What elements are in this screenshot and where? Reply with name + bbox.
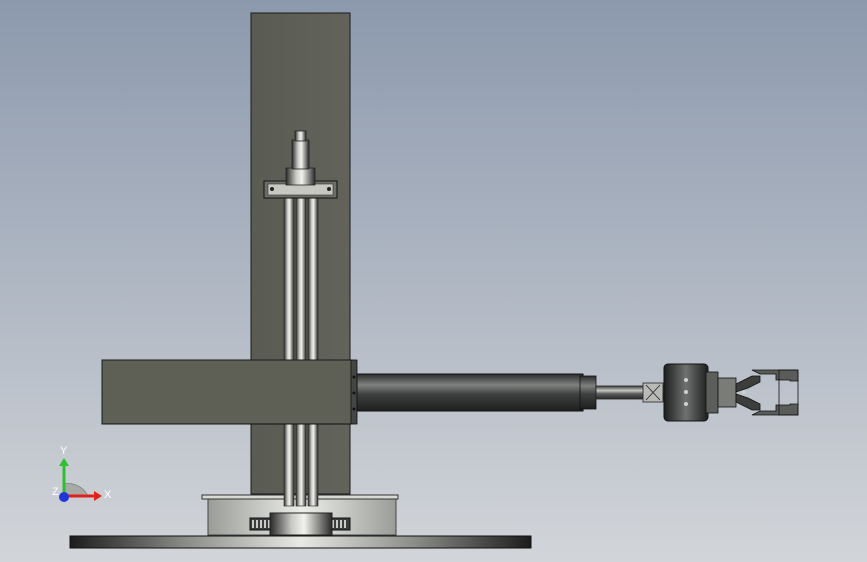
- triad-x-label: X: [104, 489, 112, 501]
- guide-rod-left: [283, 195, 295, 507]
- gear-tooth: [340, 520, 342, 528]
- gear-tooth: [256, 520, 258, 528]
- arm-tube-collar: [579, 375, 597, 410]
- triad-z-axis: [59, 492, 69, 502]
- gear-tooth: [344, 520, 346, 528]
- rod-coupling: [642, 382, 664, 403]
- arm-tube: [356, 373, 584, 412]
- lead-screw: [295, 195, 307, 507]
- base-plate: [69, 535, 532, 549]
- guide-rod-right: [307, 195, 319, 507]
- gripper: [717, 369, 799, 416]
- triad-y-label: Y: [60, 445, 68, 457]
- robot-arm-model[interactable]: [0, 0, 867, 562]
- wrist-hub: [663, 363, 719, 422]
- arm-housing: [101, 359, 353, 425]
- coordinate-triad[interactable]: X Y Z: [48, 440, 118, 510]
- gear-tooth: [264, 520, 266, 528]
- triad-z-label: Z: [52, 486, 59, 498]
- arm-flange: [350, 359, 358, 425]
- gear-tooth: [260, 520, 262, 528]
- gear-tooth: [336, 520, 338, 528]
- cad-viewport[interactable]: X Y Z: [0, 0, 867, 562]
- gear-tooth: [252, 520, 254, 528]
